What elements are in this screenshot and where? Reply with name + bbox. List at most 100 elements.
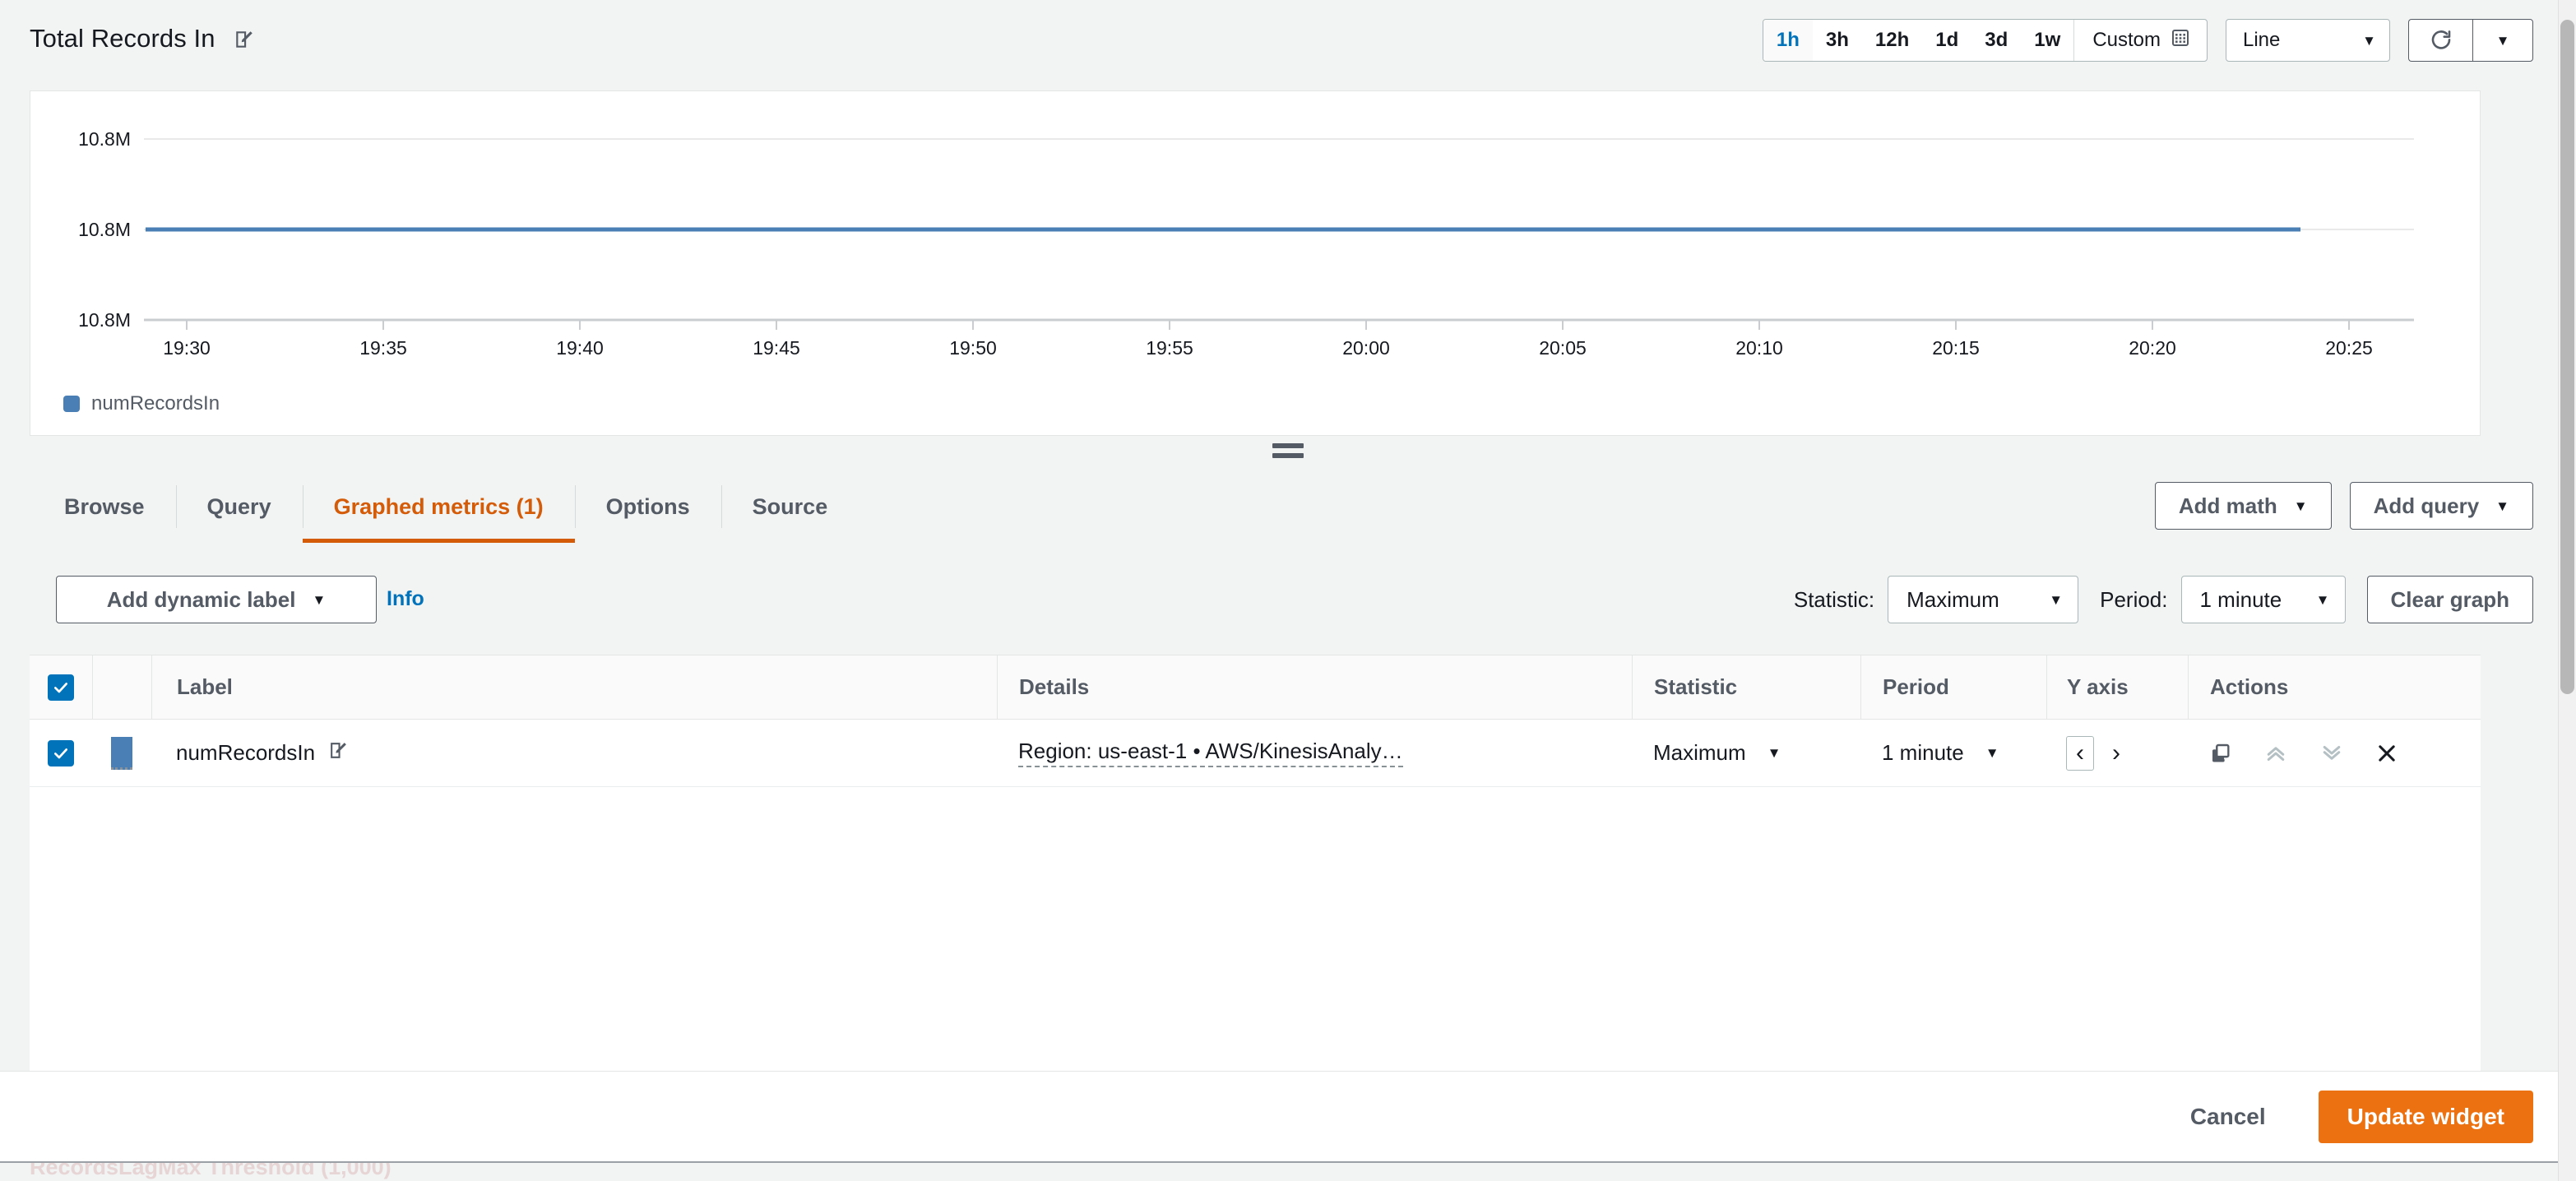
row-actions-cell — [2188, 720, 2481, 786]
time-range-custom[interactable]: Custom — [2073, 20, 2207, 61]
chevron-down-icon: ▼ — [312, 591, 327, 608]
tab-bar: Browse Query Graphed metrics (1) Options… — [0, 470, 2576, 543]
row-statistic-select[interactable]: Maximum ▼ — [1653, 740, 1781, 766]
svg-text:20:10: 20:10 — [1735, 337, 1783, 359]
svg-text:19:40: 19:40 — [556, 337, 604, 359]
statistic-label: Statistic: — [1793, 586, 1875, 612]
header-toolbar: 1h 3h 12h 1d 3d 1w Custom Line ▼ ▼ — [1762, 19, 2533, 62]
column-header-yaxis: Y axis — [2046, 655, 2188, 719]
period-label: Period: — [2100, 586, 2168, 612]
add-query-button[interactable]: Add query ▼ — [2349, 482, 2533, 530]
add-dynamic-label-button[interactable]: Add dynamic label ▼ — [56, 576, 377, 623]
edit-pencil-square-icon[interactable] — [234, 27, 255, 57]
add-math-button[interactable]: Add math ▼ — [2154, 482, 2332, 530]
tab-label: Browse — [64, 493, 145, 519]
svg-text:10.8M: 10.8M — [78, 219, 131, 240]
select-all-checkbox[interactable] — [48, 674, 74, 701]
modal-footer: Cancel Update widget — [0, 1071, 2576, 1161]
panel-resize-handle[interactable] — [0, 439, 2576, 467]
yaxis-toggle-group: ‹ › — [2066, 735, 2130, 771]
calendar-icon — [2171, 28, 2190, 53]
time-range-1h[interactable]: 1h — [1763, 20, 1813, 61]
svg-text:10.8M: 10.8M — [78, 128, 131, 150]
row-details-cell: Region: us-east-1 • AWS/KinesisAnaly… — [997, 720, 1632, 786]
series-color-swatch[interactable] — [111, 736, 132, 770]
clear-graph-button[interactable]: Clear graph — [2366, 576, 2533, 623]
row-statistic-cell: Maximum ▼ — [1632, 720, 1860, 786]
row-select-cell — [30, 720, 92, 786]
tab-source[interactable]: Source — [720, 470, 859, 543]
row-label-cell: numRecordsIn — [151, 720, 997, 786]
chart-type-select[interactable]: Line ▼ — [2226, 19, 2390, 62]
cancel-button[interactable]: Cancel — [2182, 1092, 2274, 1142]
add-query-label: Add query — [2373, 493, 2480, 518]
chevron-down-icon: ▼ — [2495, 32, 2510, 49]
chevron-down-icon: ▼ — [2049, 591, 2064, 608]
widget-header: Total Records In 1h 3h 12h 1d 3d 1w Cust… — [0, 0, 2576, 81]
time-range-3h[interactable]: 3h — [1812, 20, 1862, 61]
row-yaxis-cell: ‹ › — [2046, 720, 2188, 786]
table-header-row: Label Details Statistic Period Y axis Ac… — [30, 655, 2481, 720]
move-down-icon[interactable] — [2319, 741, 2344, 766]
svg-text:19:55: 19:55 — [1146, 337, 1193, 359]
widget-title-text: Total Records In — [30, 24, 215, 53]
svg-text:20:25: 20:25 — [2325, 337, 2373, 359]
svg-text:19:50: 19:50 — [949, 337, 997, 359]
column-header-period: Period — [1860, 655, 2046, 719]
add-math-label: Add math — [2178, 493, 2277, 518]
period-value: 1 minute — [2199, 586, 2282, 612]
remove-icon[interactable] — [2375, 742, 2398, 765]
row-period-select[interactable]: 1 minute ▼ — [1882, 740, 1999, 766]
chevron-down-icon: ▼ — [2293, 498, 2308, 514]
add-dynamic-label-text: Add dynamic label — [106, 586, 296, 612]
info-link[interactable]: Info — [387, 587, 424, 611]
metric-label: numRecordsIn — [176, 740, 316, 765]
update-widget-button[interactable]: Update widget — [2318, 1090, 2533, 1143]
yaxis-left-button[interactable]: ‹ — [2066, 735, 2094, 771]
edit-pencil-square-icon[interactable] — [328, 740, 349, 766]
page-scrollbar[interactable] — [2558, 0, 2576, 1181]
tab-label: Graphed metrics (1) — [333, 493, 544, 519]
tab-browse[interactable]: Browse — [33, 470, 176, 543]
row-period-value: 1 minute — [1882, 740, 1964, 765]
time-range-12h[interactable]: 12h — [1861, 20, 1923, 61]
column-header-actions: Actions — [2188, 655, 2481, 719]
chevron-down-icon: ▼ — [1985, 745, 1999, 761]
time-range-1d[interactable]: 1d — [1922, 20, 1972, 61]
refresh-button[interactable] — [2408, 19, 2472, 62]
statistic-select[interactable]: Maximum ▼ — [1888, 576, 2079, 623]
yaxis-right-button[interactable]: › — [2102, 736, 2130, 771]
time-range-1w[interactable]: 1w — [2021, 20, 2074, 61]
chart-type-value: Line — [2243, 29, 2281, 51]
chart-legend: numRecordsIn — [63, 392, 2480, 415]
refresh-options-button[interactable]: ▼ — [2472, 19, 2533, 62]
legend-item-label[interactable]: numRecordsIn — [91, 392, 220, 415]
svg-text:10.8M: 10.8M — [78, 309, 131, 331]
move-up-icon[interactable] — [2263, 741, 2288, 766]
tab-graphed-metrics[interactable]: Graphed metrics (1) — [302, 470, 575, 543]
metrics-controls: Add dynamic label ▼ Info Statistic: Maxi… — [0, 569, 2576, 645]
tab-query[interactable]: Query — [175, 470, 303, 543]
chevron-down-icon: ▼ — [1767, 745, 1781, 761]
svg-text:19:45: 19:45 — [753, 337, 800, 359]
footer-divider — [0, 1161, 2558, 1163]
page-title: Total Records In — [30, 24, 255, 57]
tab-label: Options — [605, 493, 690, 519]
select-all-cell — [30, 655, 92, 719]
column-header-statistic: Statistic — [1632, 655, 1860, 719]
period-select[interactable]: 1 minute ▼ — [2180, 576, 2346, 623]
row-checkbox[interactable] — [48, 739, 74, 766]
row-period-cell: 1 minute ▼ — [1860, 720, 2046, 786]
duplicate-icon[interactable] — [2209, 742, 2232, 765]
metric-details[interactable]: Region: us-east-1 • AWS/KinesisAnaly… — [1018, 739, 1403, 767]
chevron-down-icon: ▼ — [2315, 591, 2330, 608]
graphed-metrics-table: Label Details Statistic Period Y axis Ac… — [30, 655, 2481, 1079]
tab-options[interactable]: Options — [574, 470, 721, 543]
scrollbar-thumb[interactable] — [2560, 20, 2574, 694]
time-range-selector[interactable]: 1h 3h 12h 1d 3d 1w Custom — [1762, 19, 2208, 62]
chevron-down-icon: ▼ — [2495, 498, 2509, 514]
legend-color-swatch — [63, 396, 80, 412]
row-statistic-value: Maximum — [1653, 740, 1746, 765]
time-range-3d[interactable]: 3d — [1971, 20, 2022, 61]
resize-grip-icon — [1272, 443, 1304, 463]
